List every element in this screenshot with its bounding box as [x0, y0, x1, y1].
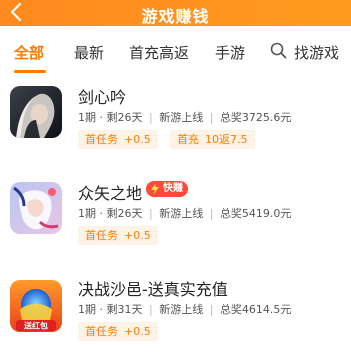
reward-tag: 首任务 +0.5	[78, 226, 158, 245]
tab-newest[interactable]: 最新	[74, 42, 104, 63]
tag-value: +0.5	[124, 133, 151, 146]
game-art-icon	[10, 182, 62, 234]
category-tabs: 全部 最新 首充高返 手游 找游戏	[0, 26, 351, 76]
tab-first-recharge[interactable]: 首充高返	[129, 42, 189, 63]
tag-value: +0.5	[124, 325, 151, 338]
remaining-days: 剩31天	[106, 303, 143, 316]
total-reward: 总奖3725.6元	[219, 111, 292, 124]
fast-earn-badge: 快赚	[146, 181, 188, 197]
top-bar: 游戏赚钱	[0, 0, 351, 26]
game-list-item[interactable]: 送红包 决战沙邑-送真实充值 1期 · 剩31天 | 新游上线 | 总奖4614…	[0, 270, 351, 353]
game-meta: 1期 · 剩26天 | 新游上线 | 总奖5419.0元	[78, 207, 292, 220]
game-list-item[interactable]: 剑心吟 1期 · 剩26天 | 新游上线 | 总奖3725.6元 首任务 +0.5…	[0, 78, 351, 178]
active-tab-indicator	[14, 70, 46, 73]
remaining-days: 剩26天	[106, 207, 143, 220]
icon-ribbon-text: 送红包	[23, 321, 48, 331]
tab-all[interactable]: 全部	[14, 42, 44, 63]
fast-earn-label: 快赚	[163, 183, 183, 194]
tag-label: 首任务	[85, 325, 118, 338]
game-list-item[interactable]: 众矢之地 快赚 1期 · 剩26天 | 新游上线 | 总奖5419.0元 首任务…	[0, 174, 351, 274]
total-reward: 总奖5419.0元	[219, 207, 292, 220]
tag-label: 首任务	[85, 229, 118, 242]
tag-value: 10返7.5	[205, 133, 248, 146]
tag-value: +0.5	[124, 229, 151, 242]
period: 1期	[78, 303, 96, 316]
game-art-icon: 送红包	[10, 280, 62, 332]
reward-tag: 首充 10返7.5	[170, 130, 255, 149]
game-art-icon	[10, 86, 62, 138]
game-name: 众矢之地	[78, 184, 143, 203]
search-icon	[270, 42, 287, 59]
remaining-days: 剩26天	[106, 111, 143, 124]
game-status: 新游上线	[159, 303, 204, 316]
reward-tag: 首任务 +0.5	[78, 322, 158, 341]
total-reward: 总奖4614.5元	[219, 303, 292, 316]
game-icon-zhongshizhidi	[10, 182, 62, 234]
period: 1期	[78, 207, 96, 220]
game-icon-juezhanshayi: 送红包	[10, 280, 62, 332]
game-status: 新游上线	[159, 111, 204, 124]
game-meta: 1期 · 剩26天 | 新游上线 | 总奖3725.6元	[78, 111, 292, 124]
game-name: 剑心吟	[78, 88, 127, 107]
period: 1期	[78, 111, 96, 124]
find-game-label: 找游戏	[294, 44, 340, 62]
game-name: 决战沙邑-送真实充值	[78, 280, 228, 299]
tag-label: 首任务	[85, 133, 118, 146]
page-title: 游戏赚钱	[141, 7, 210, 26]
reward-tag: 首任务 +0.5	[78, 130, 158, 149]
game-meta: 1期 · 剩31天 | 新游上线 | 总奖4614.5元	[78, 303, 292, 316]
game-status: 新游上线	[159, 207, 204, 220]
tag-label: 首充	[177, 133, 199, 146]
tab-mobile-games[interactable]: 手游	[215, 42, 245, 63]
lightning-icon	[151, 183, 159, 195]
game-icon-jianxinyin	[10, 86, 62, 138]
